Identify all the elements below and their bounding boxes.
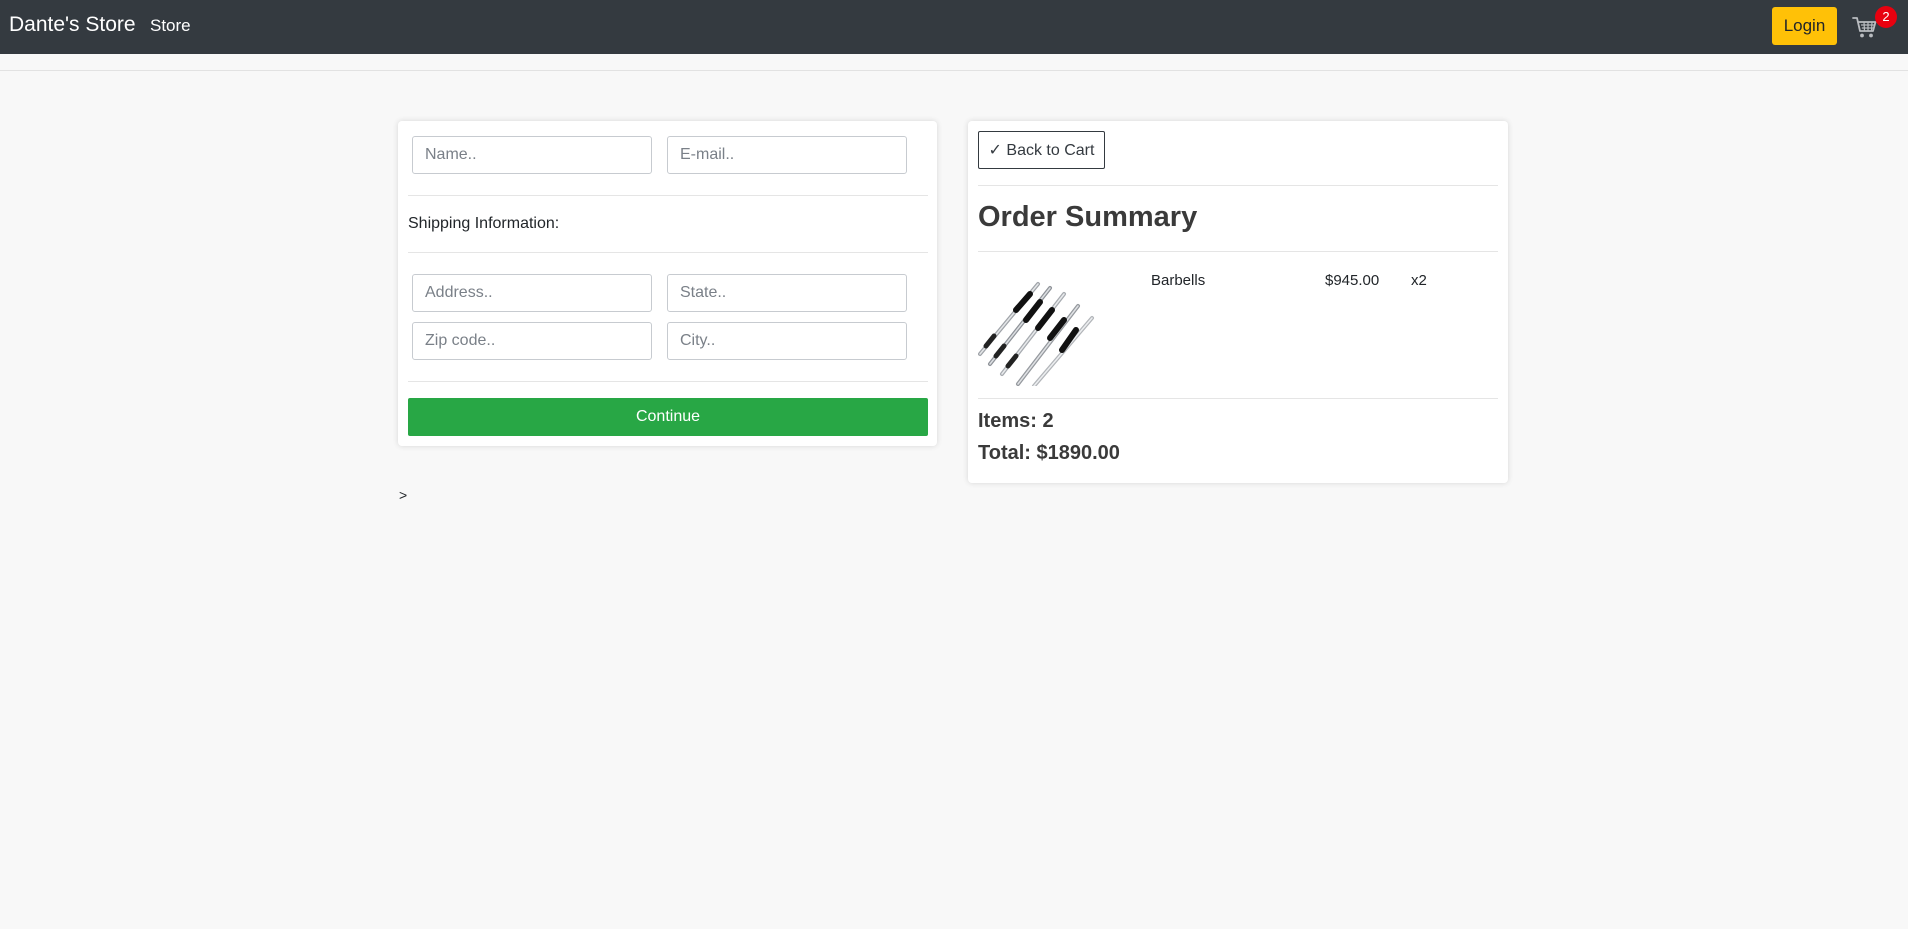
divider	[408, 195, 928, 196]
order-summary-title: Order Summary	[978, 201, 1198, 233]
address-input[interactable]	[412, 274, 652, 312]
continue-button[interactable]: Continue	[408, 398, 928, 436]
zip-code-input[interactable]	[412, 322, 652, 360]
divider	[978, 251, 1498, 252]
name-input[interactable]	[412, 136, 652, 174]
item-name: Barbells	[1151, 272, 1206, 289]
header-divider	[0, 70, 1908, 71]
city-input[interactable]	[667, 322, 907, 360]
divider	[978, 185, 1498, 186]
items-count: Items: 2	[978, 410, 1054, 432]
order-summary-card: ✓ Back to Cart Order Summary Barbells $9…	[968, 121, 1508, 483]
item-price: $945.00	[1325, 272, 1380, 289]
top-navbar: Dante's Store Store Login 2	[0, 0, 1908, 54]
item-quantity: x2	[1411, 272, 1427, 289]
divider	[408, 252, 928, 253]
cart-count-badge: 2	[1875, 6, 1897, 28]
back-to-cart-button[interactable]: ✓ Back to Cart	[978, 131, 1105, 169]
login-button[interactable]: Login	[1772, 7, 1837, 45]
state-input[interactable]	[667, 274, 907, 312]
email-input[interactable]	[667, 136, 907, 174]
shipping-info-label: Shipping Information:	[408, 215, 560, 232]
divider	[978, 398, 1498, 399]
barbells-image	[978, 266, 1098, 386]
brand-link[interactable]: Dante's Store	[9, 13, 136, 37]
nav-link-store[interactable]: Store	[150, 16, 191, 36]
stray-text: >	[399, 487, 408, 503]
order-total: Total: $1890.00	[978, 442, 1120, 464]
divider	[408, 381, 928, 382]
checkout-form-card: Shipping Information: Continue	[398, 121, 937, 446]
